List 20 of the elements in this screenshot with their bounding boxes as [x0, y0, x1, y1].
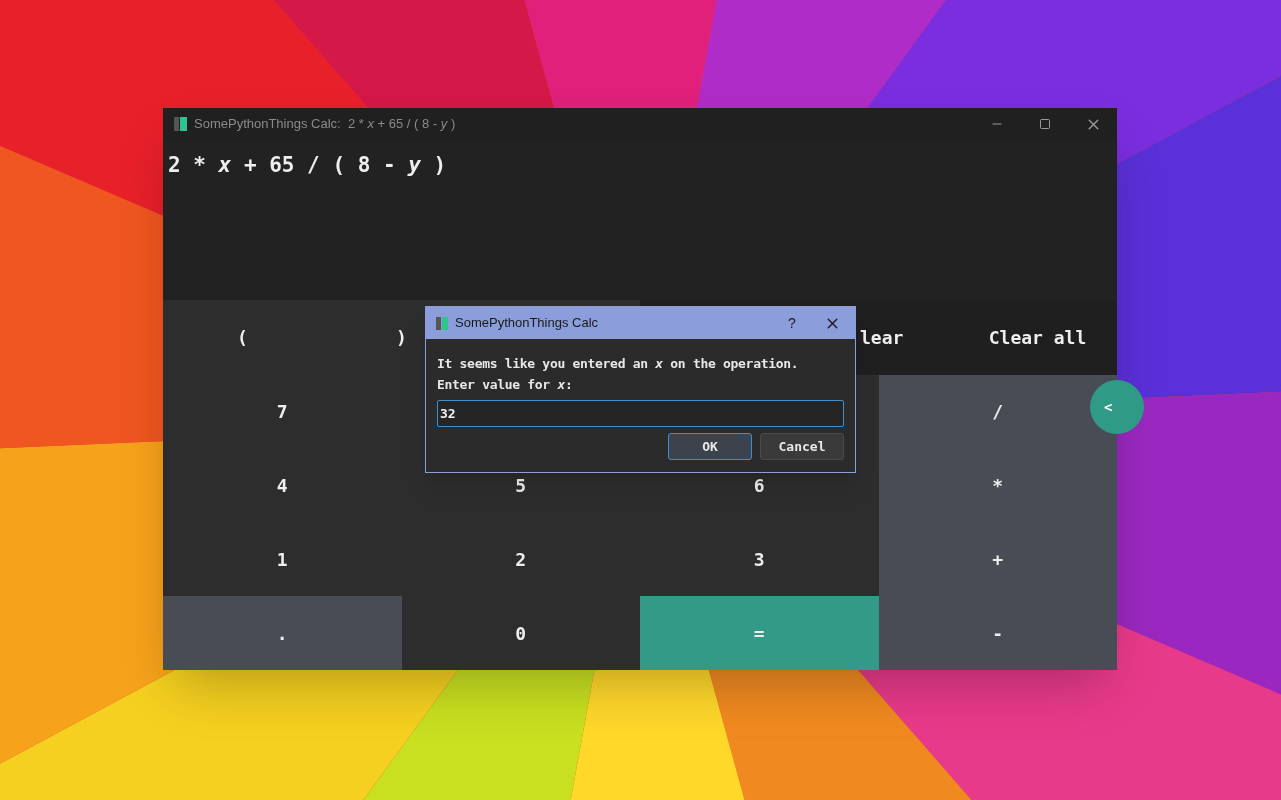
app-icon	[436, 316, 448, 330]
digit-key[interactable]: 0	[401, 596, 640, 670]
digit-key[interactable]: 4	[163, 448, 402, 523]
window-title: SomePythonThings Calc: 2 *x + 65 / ( 8 - y )	[194, 115, 456, 134]
paren-key[interactable]: (	[163, 300, 322, 375]
expression-display: 2 *x + 65 / ( 8 - y )	[168, 153, 447, 177]
digit-key[interactable]: 1	[163, 522, 402, 597]
maximize-icon	[1039, 118, 1051, 130]
dialog-button[interactable]: OK	[668, 433, 752, 460]
app-icon	[174, 117, 187, 131]
dialog-message: Enter value for x:	[437, 376, 574, 394]
value-field[interactable]: 32	[437, 400, 844, 427]
dialog-button[interactable]: Cancel	[760, 433, 844, 460]
digit-key[interactable]: 3	[640, 522, 879, 597]
operator-key[interactable]: *	[878, 448, 1117, 523]
digit-key[interactable]: 7	[163, 375, 402, 449]
operator-key[interactable]: -	[878, 596, 1117, 670]
digit-key[interactable]: 2	[401, 522, 640, 597]
operator-key[interactable]: +	[878, 522, 1117, 597]
operator-key[interactable]: .	[163, 596, 402, 670]
